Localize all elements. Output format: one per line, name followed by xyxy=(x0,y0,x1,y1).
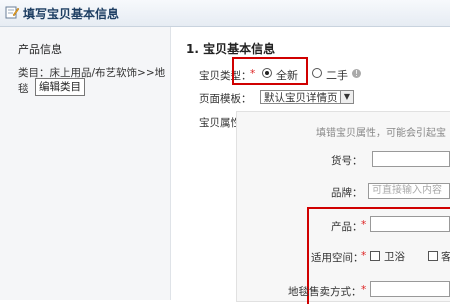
living-room-checkbox[interactable] xyxy=(428,251,438,261)
brand-label: 品牌： xyxy=(331,187,363,199)
item-no-label: 货号： xyxy=(331,155,363,167)
page-title: 填写宝贝基本信息 xyxy=(23,7,120,21)
bathroom-checkbox[interactable] xyxy=(370,251,380,261)
section-title: 1. 宝贝基本信息 xyxy=(186,42,276,56)
space-label: 适用空间： xyxy=(311,252,364,264)
page-header: 填写宝贝基本信息 xyxy=(0,0,450,27)
chevron-down-icon[interactable]: ▼ xyxy=(340,91,353,103)
brand-placeholder: 可直接输入内容 xyxy=(372,185,442,196)
edit-category-button[interactable]: 编辑类目 xyxy=(35,78,85,96)
edit-document-icon xyxy=(5,5,20,22)
required-mark: * xyxy=(361,219,367,231)
product-label: 产品： xyxy=(331,221,363,233)
highlight-box-item-type xyxy=(232,57,308,85)
info-icon[interactable]: ! xyxy=(352,69,361,78)
used-option-label[interactable]: 二手 xyxy=(326,67,348,83)
attributes-hint: 填错宝贝属性，可能会引起宝 xyxy=(316,128,446,139)
basic-info-form: 1. 宝贝基本信息 宝贝类型： * 全新 二手 ! 页面模板： 默认宝贝详情页 … xyxy=(171,27,450,304)
product-input[interactable] xyxy=(370,216,450,232)
page-template-value: 默认宝贝详情页 xyxy=(264,92,338,104)
bathroom-option-label[interactable]: 卫浴 xyxy=(384,249,405,264)
page-template-select[interactable]: 默认宝贝详情页 ▼ xyxy=(260,90,354,104)
page-template-label: 页面模板： xyxy=(199,93,252,105)
required-mark: * xyxy=(361,284,367,296)
sale-method-label: 地毯售卖方式： xyxy=(288,286,362,298)
living-room-option-label[interactable]: 客 xyxy=(441,249,450,264)
sale-method-input[interactable] xyxy=(370,281,450,297)
required-mark: * xyxy=(361,250,367,262)
item-no-input[interactable] xyxy=(372,151,450,167)
product-info-panel: 产品信息 类目：床上用品/布艺软饰>>地毯 编辑类目 xyxy=(0,27,171,300)
product-info-heading: 产品信息 xyxy=(18,43,62,56)
used-radio[interactable] xyxy=(312,68,322,78)
brand-input[interactable]: 可直接输入内容 xyxy=(368,183,450,199)
